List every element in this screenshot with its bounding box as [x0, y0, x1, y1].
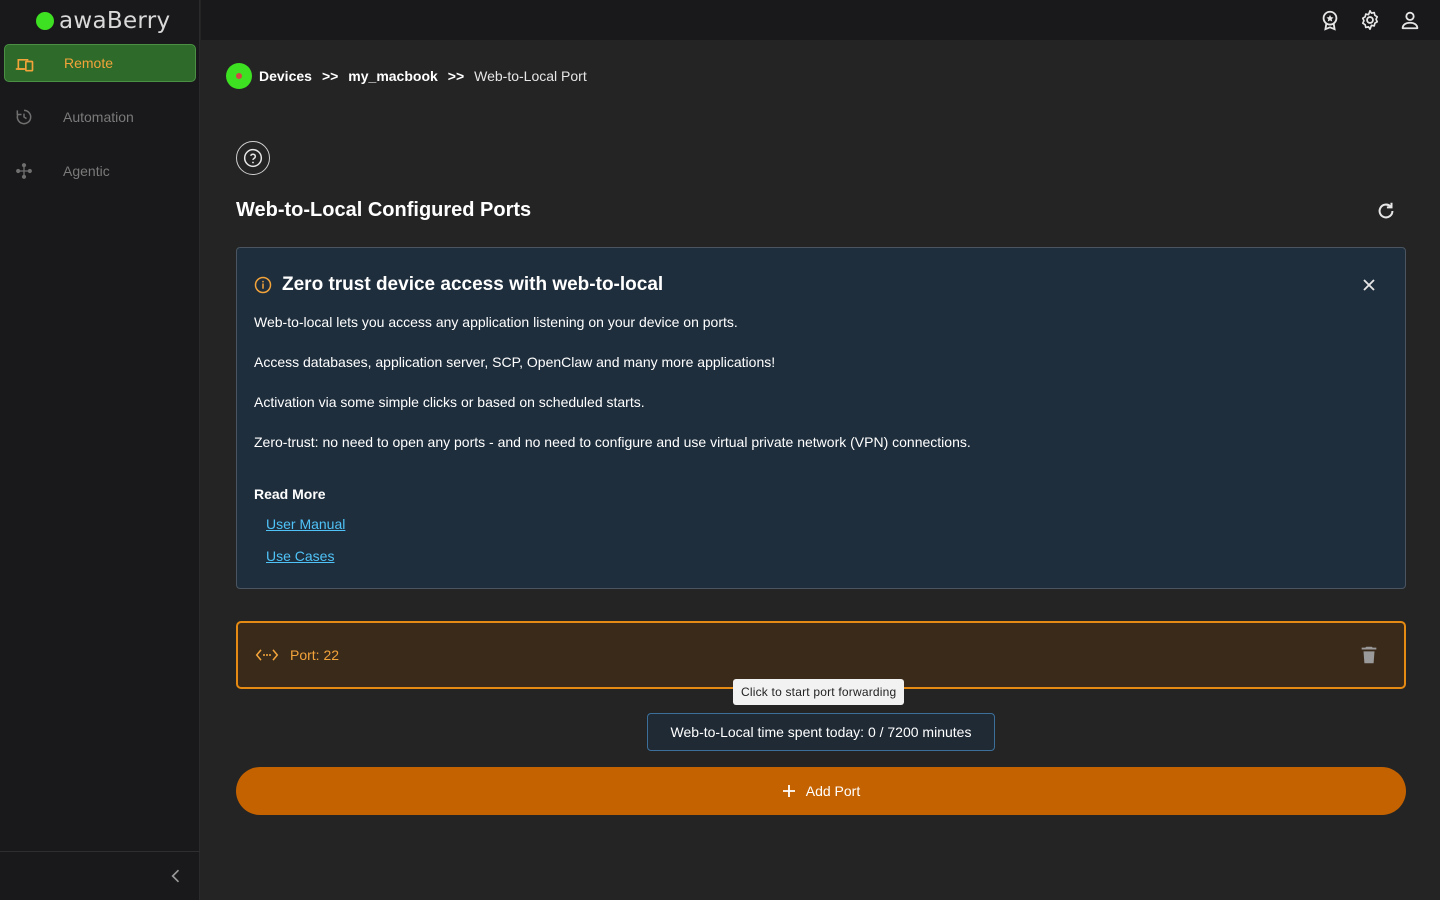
plus-icon	[782, 785, 795, 797]
sidebar-item-label: Remote	[64, 55, 114, 71]
info-paragraph: Access databases, application server, SC…	[254, 354, 776, 370]
usage-info: Web-to-Local time spent today: 0 / 7200 …	[647, 713, 995, 751]
app-name: awaBerry	[59, 8, 171, 34]
page-title: Web-to-Local Configured Ports	[236, 199, 532, 221]
sidebar: awaBerry Remote Automation Agentic	[0, 0, 200, 900]
add-port-button[interactable]: Add Port	[236, 767, 1406, 815]
breadcrumb-device[interactable]: my_macbook	[348, 68, 437, 84]
info-paragraph: Activation via some simple clicks or bas…	[254, 394, 645, 410]
sidebar-item-agentic[interactable]: Agentic	[4, 152, 196, 190]
close-icon[interactable]	[1359, 275, 1379, 295]
device-status-icon	[226, 62, 252, 89]
agentic-icon	[16, 163, 32, 179]
code-arrows-icon	[255, 649, 279, 661]
help-icon	[243, 148, 263, 168]
devices-icon	[15, 59, 34, 72]
breadcrumb-separator: >>	[447, 67, 465, 84]
app-logo[interactable]: awaBerry	[36, 8, 170, 34]
info-icon	[254, 276, 272, 294]
info-paragraph: Web-to-local lets you access any applica…	[254, 314, 738, 330]
sidebar-item-remote[interactable]: Remote	[4, 44, 196, 82]
sidebar-footer	[0, 851, 200, 900]
info-card: Zero trust device access with web-to-loc…	[236, 247, 1406, 589]
trash-icon[interactable]	[1358, 644, 1380, 666]
info-title: Zero trust device access with web-to-loc…	[282, 274, 664, 295]
gear-icon[interactable]	[1359, 9, 1381, 31]
chevron-left-icon[interactable]	[166, 866, 186, 886]
breadcrumb-separator: >>	[321, 67, 339, 84]
award-icon[interactable]	[1319, 9, 1341, 31]
info-paragraph: Zero-trust: no need to open any ports - …	[254, 434, 971, 450]
sidebar-item-label: Automation	[63, 109, 134, 125]
user-icon[interactable]	[1399, 9, 1421, 31]
refresh-icon[interactable]	[1375, 200, 1397, 222]
read-more-heading: Read More	[254, 486, 326, 502]
sidebar-item-automation[interactable]: Automation	[4, 98, 196, 136]
automation-icon	[16, 109, 32, 125]
tooltip: Click to start port forwarding	[733, 679, 905, 705]
top-bar	[201, 0, 1440, 40]
add-port-label: Add Port	[805, 783, 861, 799]
help-button[interactable]	[236, 141, 270, 175]
use-cases-link[interactable]: Use Cases	[266, 548, 334, 564]
breadcrumb-devices[interactable]: Devices	[259, 68, 312, 84]
breadcrumb-current: Web-to-Local Port	[474, 67, 587, 84]
sidebar-item-label: Agentic	[63, 163, 110, 179]
user-manual-link[interactable]: User Manual	[266, 516, 345, 532]
breadcrumb: Devices >> my_macbook >> Web-to-Local Po…	[226, 62, 587, 89]
port-label: Port: 22	[290, 647, 340, 663]
logo-dot	[36, 12, 54, 30]
